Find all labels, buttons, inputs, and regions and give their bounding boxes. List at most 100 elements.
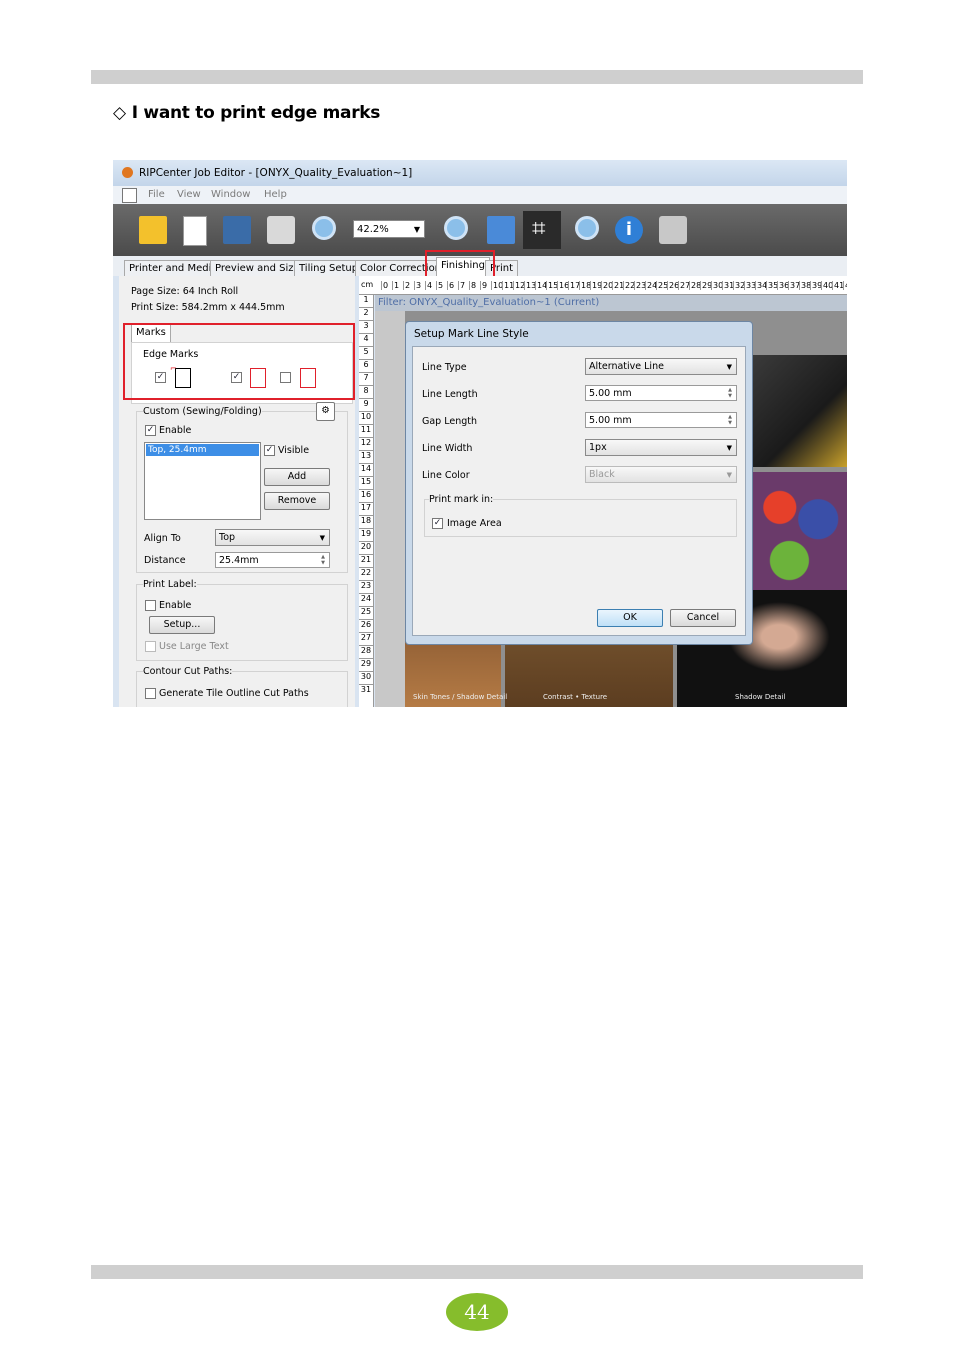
zoom-in-icon[interactable] [444, 216, 468, 240]
gear-icon[interactable]: ⚙ [316, 402, 335, 421]
page-number-badge: 44 [446, 1293, 508, 1331]
ruler-left-tick: 23 [359, 580, 373, 593]
image-area-label: Image Area [447, 518, 502, 529]
dialog-body: Line Type Alternative Line ▼ Line Length … [412, 346, 746, 636]
crop-icon[interactable] [523, 211, 561, 249]
ruler-left-tick: 8 [359, 385, 373, 398]
ruler-left-tick: 9 [359, 398, 373, 411]
print-size-text: Print Size: 584.2mm x 444.5mm [131, 302, 285, 313]
line-color-value: Black [589, 469, 615, 480]
ruler-left-tick: 18 [359, 515, 373, 528]
filter-status: Filter: ONYX_Quality_Evaluation~1 (Curre… [375, 295, 847, 311]
ruler-top: cm 0 1 2 3 4 5 6 7 8 9 10 11 12 13 14 15 16 17 18 19 20 21 22 2… [359, 276, 847, 295]
preview-margin [375, 311, 405, 707]
ruler-left-tick: 31 [359, 684, 373, 697]
line-width-value: 1px [589, 442, 607, 453]
ruler-left-tick: 30 [359, 671, 373, 684]
ok-button[interactable]: OK [597, 609, 663, 627]
fit-page-icon[interactable] [487, 216, 515, 244]
custom-enable-checkbox[interactable]: ✓ [145, 425, 156, 436]
ripcenter-screenshot: RIPCenter Job Editor - [ONYX_Quality_Eva… [113, 160, 847, 707]
ruler-left-tick: 21 [359, 554, 373, 567]
print-label-enable-checkbox[interactable] [145, 600, 156, 611]
ruler-left-tick: 6 [359, 359, 373, 372]
zoom-out-icon[interactable] [312, 216, 336, 240]
generate-tile-label: Generate Tile Outline Cut Paths [159, 688, 309, 699]
spinner-icon[interactable]: ▲ ▼ [725, 387, 735, 399]
ruler-left-tick: 20 [359, 541, 373, 554]
print-label-enable-label: Enable [159, 600, 192, 611]
visible-checkbox[interactable]: ✓ [264, 445, 275, 456]
menu-help[interactable]: Help [264, 189, 287, 200]
print-mark-in-label: Print mark in: [429, 494, 494, 505]
cancel-button[interactable]: Cancel [670, 609, 736, 627]
add-button[interactable]: Add [264, 468, 330, 486]
zoom-select[interactable]: 42.2% ▼ [353, 220, 425, 238]
use-large-text-label: Use Large Text [159, 641, 229, 652]
magnifier-icon[interactable] [575, 216, 599, 240]
printer-icon[interactable] [267, 216, 295, 244]
chevron-down-icon: ▼ [319, 534, 325, 542]
bottom-separator-bar [91, 1265, 863, 1279]
ruler-left: 1 2 3 4 5 6 7 8 9 10 11 12 13 14 15 16 17 18 19 20 21 22 23 24 2… [359, 294, 374, 707]
tab-tiling-setup[interactable]: Tiling Setup [294, 260, 364, 276]
window-title: RIPCenter Job Editor - [ONYX_Quality_Eva… [139, 167, 413, 179]
checklist-icon[interactable] [183, 216, 207, 246]
ruler-left-tick: 19 [359, 528, 373, 541]
tab-printer-and-media[interactable]: Printer and Media [124, 260, 223, 276]
align-to-value: Top [219, 532, 236, 543]
menu-file[interactable]: File [148, 189, 165, 200]
ruler-left-tick: 17 [359, 502, 373, 515]
list-item[interactable]: Top, 25.4mm [146, 444, 259, 456]
ruler-left-tick: 26 [359, 619, 373, 632]
ruler-left-tick: 4 [359, 333, 373, 346]
photo-caption-3: Shadow Detail [735, 693, 786, 701]
ruler-left-tick: 15 [359, 476, 373, 489]
generate-tile-checkbox[interactable] [145, 688, 156, 699]
align-to-select[interactable]: Top ▼ [215, 529, 330, 546]
diamond-icon: ◇ [113, 103, 126, 123]
image-area-checkbox[interactable]: ✓ [432, 518, 443, 529]
section-heading: ◇ I want to print edge marks [113, 103, 380, 123]
line-color-select[interactable]: Black ▼ [585, 466, 737, 483]
ruler-left-tick: 12 [359, 437, 373, 450]
ruler-left-tick: 22 [359, 567, 373, 580]
line-type-label: Line Type [422, 362, 467, 373]
zoom-value: 42.2% [357, 224, 389, 235]
folder-icon[interactable] [139, 216, 167, 244]
distance-value: 25.4mm [219, 555, 259, 566]
chevron-down-icon: ▼ [726, 471, 732, 479]
tab-preview-and-size[interactable]: Preview and Size [210, 260, 305, 276]
ruler-left-tick: 16 [359, 489, 373, 502]
info-icon[interactable]: i [615, 216, 643, 244]
top-separator-bar [91, 70, 863, 84]
page-size-text: Page Size: 64 Inch Roll [131, 286, 239, 297]
spinner-icon[interactable]: ▲ ▼ [725, 414, 735, 426]
custom-list[interactable]: Top, 25.4mm [144, 442, 261, 520]
line-width-select[interactable]: 1px ▼ [585, 439, 737, 456]
line-type-select[interactable]: Alternative Line ▼ [585, 358, 737, 375]
save-icon[interactable] [223, 216, 251, 244]
custom-group-label: Custom (Sewing/Folding) [143, 406, 262, 417]
document-icon[interactable] [122, 188, 137, 203]
ruler-left-tick: 14 [359, 463, 373, 476]
ruler-left-tick: 27 [359, 632, 373, 645]
gap-length-field[interactable]: 5.00 mm ▲ ▼ [585, 412, 737, 428]
remove-button[interactable]: Remove [264, 492, 330, 510]
line-length-field[interactable]: 5.00 mm ▲ ▼ [585, 385, 737, 401]
fruit-photo [751, 472, 847, 590]
line-width-label: Line Width [422, 443, 473, 454]
print-queue-icon[interactable] [659, 216, 687, 244]
ruler-left-tick: 1 [359, 294, 373, 307]
app-icon [122, 167, 133, 178]
gap-length-label: Gap Length [422, 416, 478, 427]
spinner-icon[interactable]: ▲ ▼ [318, 554, 328, 566]
menu-view[interactable]: View [177, 189, 201, 200]
distance-field[interactable]: 25.4mm ▲ ▼ [215, 552, 330, 568]
use-large-text-checkbox[interactable] [145, 641, 156, 652]
menu-window[interactable]: Window [211, 189, 250, 200]
window-titlebar: RIPCenter Job Editor - [ONYX_Quality_Eva… [113, 160, 847, 186]
photo-caption-1: Skin Tones / Shadow Detail [413, 693, 508, 701]
setup-button[interactable]: Setup... [149, 616, 215, 634]
ruler-left-tick: 3 [359, 320, 373, 333]
